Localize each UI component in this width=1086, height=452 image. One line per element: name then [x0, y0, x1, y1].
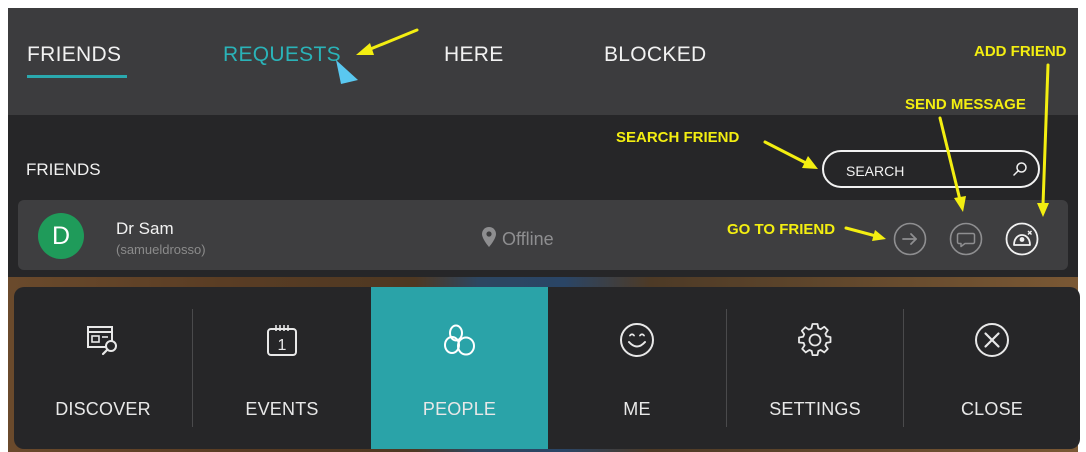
annotation-add-friend: ADD FRIEND: [974, 43, 1067, 60]
menu-item-discover[interactable]: DISCOVER: [14, 287, 192, 449]
annotation-search-friend: SEARCH FRIEND: [616, 129, 740, 146]
friend-status: Offline: [482, 227, 554, 250]
friends-panel: FRIENDS D Dr Sam (samueldrosso) Offline: [8, 115, 1078, 277]
menu-item-close[interactable]: CLOSE: [904, 287, 1080, 449]
friend-name: Dr Sam: [116, 219, 174, 238]
friend-list-item[interactable]: D Dr Sam (samueldrosso) Offline: [18, 200, 1068, 270]
menu-item-me[interactable]: ME: [548, 287, 726, 449]
menu-label-close: CLOSE: [960, 399, 1024, 419]
discover-icon: [87, 326, 117, 356]
menu-label-people: PEOPLE: [422, 399, 497, 419]
go-to-friend-icon[interactable]: [893, 222, 927, 256]
menu-label-discover: DISCOVER: [55, 399, 151, 419]
menu-item-people[interactable]: PEOPLE: [371, 287, 548, 449]
bottom-menu: DISCOVER 1 EVENTS PEOPLE ME SETTINGS CLO…: [14, 287, 1080, 449]
annotation-send-message: SEND MESSAGE: [905, 96, 1026, 113]
search-field[interactable]: [822, 150, 1040, 188]
location-pin-icon: [482, 227, 496, 247]
menu-label-settings: SETTINGS: [769, 399, 861, 419]
send-message-icon[interactable]: [949, 222, 983, 256]
add-friend-icon[interactable]: [1005, 222, 1039, 256]
menu-label-me: ME: [623, 399, 651, 419]
menu-item-settings[interactable]: SETTINGS: [727, 287, 903, 449]
tab-friends[interactable]: FRIENDS: [27, 43, 121, 67]
avatar: D: [38, 213, 84, 259]
tab-here[interactable]: HERE: [444, 43, 504, 67]
gear-icon: [798, 323, 832, 356]
active-tab-indicator: [27, 75, 127, 78]
tab-blocked[interactable]: BLOCKED: [604, 43, 706, 67]
close-icon: [975, 323, 1009, 357]
people-icon: [443, 324, 475, 356]
svg-text:1: 1: [278, 337, 287, 354]
smiley-icon: [620, 323, 654, 357]
status-text: Offline: [502, 229, 554, 249]
search-input[interactable]: [844, 160, 1008, 182]
tab-requests[interactable]: REQUESTS: [223, 43, 341, 67]
section-title: FRIENDS: [26, 160, 101, 179]
calendar-icon: 1: [267, 325, 297, 356]
friend-username: (samueldrosso): [116, 242, 206, 257]
menu-item-events[interactable]: 1 EVENTS: [193, 287, 371, 449]
annotation-go-to-friend: GO TO FRIEND: [727, 221, 836, 238]
search-icon[interactable]: [1012, 161, 1028, 177]
menu-label-events: EVENTS: [245, 399, 319, 419]
